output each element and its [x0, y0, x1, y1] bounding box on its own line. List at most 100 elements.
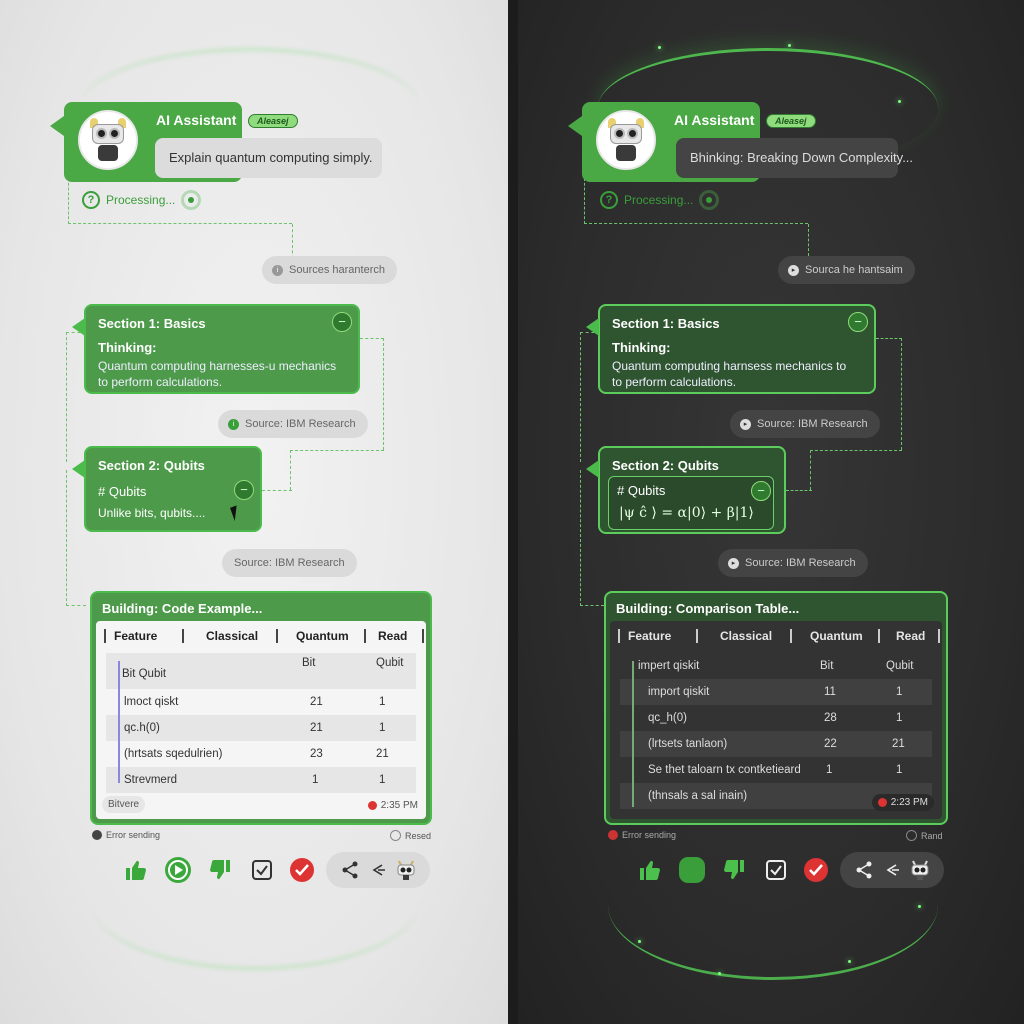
table-row: Bit Qubit Bit Qubit: [106, 653, 416, 689]
reply-icon[interactable]: [878, 856, 906, 884]
source-pill[interactable]: Source: IBM Research: [222, 549, 357, 577]
robot-icon[interactable]: [906, 856, 934, 884]
play-icon[interactable]: [678, 856, 706, 884]
thinking-bubble: Bhinking: Breaking Down Complexity...: [676, 138, 913, 178]
source-pill-label: Source: IBM Research: [757, 418, 868, 430]
panel-divider: [508, 0, 518, 1024]
collapse-icon[interactable]: −: [332, 312, 352, 332]
section-qubits[interactable]: Section 2: Qubits # Qubits − |ψ ĉ ⟩ = α|…: [586, 446, 786, 534]
error-icon: [92, 830, 102, 840]
info-icon: ▸: [728, 557, 739, 569]
table-row: (hrtsats sqedulrien) 23 21: [124, 748, 389, 760]
timestamp: 2:23 PM: [871, 794, 934, 811]
building-card: Building: Comparison Table... Feature Cl…: [604, 591, 948, 825]
table-body: Bit Qubit Bit Qubit lmoct qiskt 21 1 qc.…: [106, 653, 416, 793]
checkbox-icon[interactable]: [248, 856, 276, 884]
source-pill-label: Source: IBM Research: [234, 557, 345, 569]
play-icon[interactable]: [164, 856, 192, 884]
source-pill[interactable]: ▸ Source: IBM Research: [730, 410, 880, 438]
column-header[interactable]: Quantum: [810, 629, 863, 643]
status-badge: Aleasej: [248, 114, 298, 128]
error-dot-icon: [877, 798, 887, 807]
help-icon[interactable]: ?: [600, 191, 618, 209]
collapse-icon[interactable]: −: [848, 312, 868, 332]
assistant-name: AI Assistant: [156, 112, 237, 128]
info-icon: i: [228, 418, 239, 430]
column-header[interactable]: Read: [896, 629, 925, 643]
read-status: Rand: [906, 830, 943, 841]
table-header: Feature Classical Quantum Read: [610, 621, 942, 651]
table-header: Feature Classical Quantum Read: [96, 621, 426, 651]
section-body: Quantum computing harnsess mechanics to …: [612, 359, 847, 389]
thumbs-down-icon[interactable]: [206, 856, 234, 884]
section-excerpt: Unlike bits, qubits....: [98, 506, 206, 520]
collapse-icon[interactable]: −: [234, 480, 254, 500]
table-row: Strevmerd 1 1: [106, 767, 416, 793]
processing-indicator: ? Processing...: [82, 190, 202, 210]
share-group: [326, 852, 430, 888]
reply-icon[interactable]: [364, 856, 392, 884]
source-pill[interactable]: ▸ Source: IBM Research: [718, 549, 868, 577]
read-check-icon: [906, 830, 917, 841]
robot-icon[interactable]: [392, 856, 420, 884]
status-badge: Aleasej: [766, 114, 816, 128]
building-title: Building: Comparison Table...: [616, 601, 800, 616]
share-icon[interactable]: [850, 856, 878, 884]
avatar[interactable]: [78, 110, 138, 170]
section-title: Section 2: Qubits: [98, 458, 205, 473]
share-group: [840, 852, 944, 888]
avatar[interactable]: [596, 110, 656, 170]
thumbs-up-icon[interactable]: [636, 856, 664, 884]
collapse-icon[interactable]: −: [751, 481, 771, 501]
source-pill[interactable]: i Sources haranterch: [262, 256, 397, 284]
thumbs-down-icon[interactable]: [720, 856, 748, 884]
section-basics[interactable]: Section 1: Basics − Thinking: Quantum co…: [586, 304, 876, 394]
building-card: Building: Code Example... Feature Classi…: [90, 591, 432, 825]
robot-icon: [606, 118, 646, 162]
source-pill-label: Source: IBM Research: [245, 418, 356, 430]
section-body: Quantum computing harnesses-u mechanics …: [98, 359, 337, 389]
check-circle-icon[interactable]: [288, 856, 316, 884]
column-header[interactable]: Classical: [720, 629, 772, 643]
glow-arc-bottom: [90, 830, 420, 970]
column-header[interactable]: Read: [378, 629, 407, 643]
section-basics[interactable]: Section 1: Basics − Thinking: Quantum co…: [72, 304, 360, 394]
section-title: Section 1: Basics: [98, 316, 206, 331]
dark-theme-panel: AI Assistant Aleasej Bhinking: Breaking …: [518, 0, 1024, 1024]
building-title: Building: Code Example...: [102, 601, 263, 616]
column-header[interactable]: Quantum: [296, 629, 349, 643]
source-pill[interactable]: i Source: IBM Research: [218, 410, 368, 438]
column-header[interactable]: Feature: [114, 629, 157, 643]
error-status: Error sending: [608, 830, 676, 840]
read-check-icon: [390, 830, 401, 841]
column-header[interactable]: Classical: [206, 629, 258, 643]
column-header[interactable]: Feature: [628, 629, 671, 643]
share-icon[interactable]: [336, 856, 364, 884]
read-status: Resed: [390, 830, 431, 841]
qubit-formula: |ψ ĉ ⟩ = α|0⟩ + β|1⟩: [619, 505, 754, 521]
comparison-table: Feature Classical Quantum Read Bit Qubit…: [96, 621, 426, 819]
light-theme-panel: AI Assistant Aleasej Explain quantum com…: [0, 0, 508, 1024]
info-icon: ▸: [788, 264, 799, 276]
table-body: impert qiskit Bit Qubit import qiskit 11…: [620, 653, 932, 813]
footer-tag: Bitvere: [102, 796, 146, 813]
section-title: Section 2: Qubits: [612, 458, 719, 473]
help-icon[interactable]: ?: [82, 191, 100, 209]
table-row: Se thet taloarn tx contketieard 1 1: [648, 764, 903, 776]
table-row: qc_h(0) 28 1: [648, 712, 903, 724]
query-bubble: Explain quantum computing simply.: [155, 138, 382, 178]
thumbs-up-icon[interactable]: [122, 856, 150, 884]
thinking-label: Thinking:: [612, 340, 671, 355]
action-bar: [632, 852, 952, 888]
check-circle-icon[interactable]: [802, 856, 830, 884]
section-title: Section 1: Basics: [612, 316, 720, 331]
source-pill[interactable]: ▸ Sourca he hantsaim: [778, 256, 915, 284]
qubits-heading: # Qubits: [617, 483, 666, 498]
table-row: qc.h(0) 21 1: [106, 715, 416, 741]
table-row: (lrtsets tanlaon) 22 21: [620, 731, 932, 757]
source-pill-label: Sources haranterch: [289, 264, 385, 276]
info-icon: ▸: [740, 418, 751, 430]
checkbox-icon[interactable]: [762, 856, 790, 884]
table-row: import qiskit 11 1: [620, 679, 932, 705]
table-row: lmoct qiskt 21 1: [124, 696, 386, 708]
